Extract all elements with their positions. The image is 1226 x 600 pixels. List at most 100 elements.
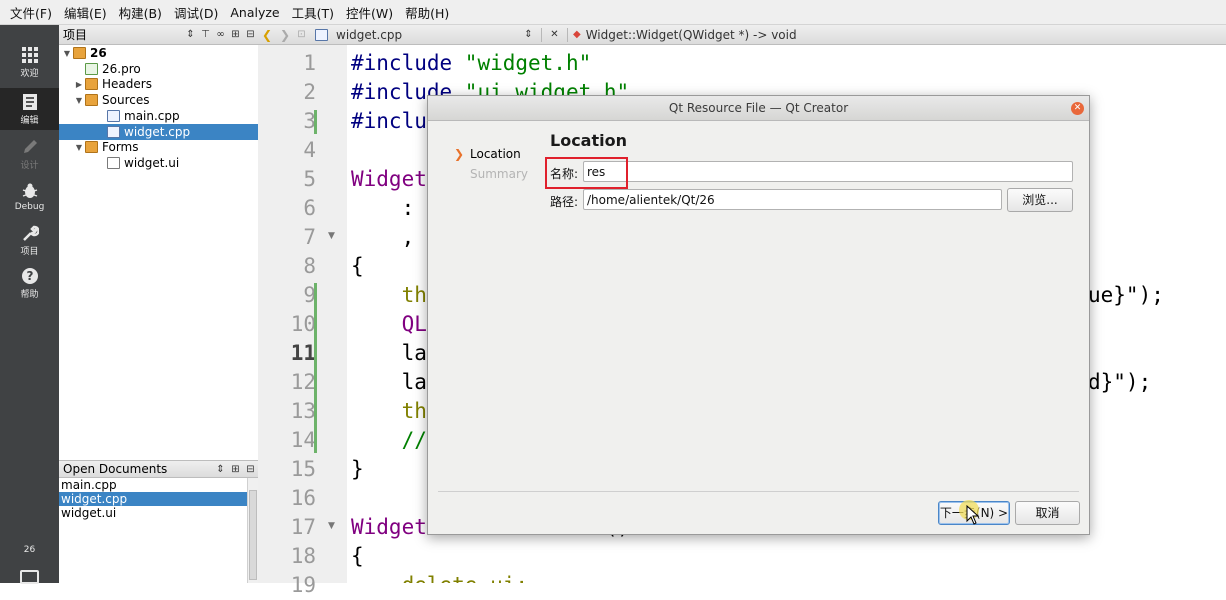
editor-toolbar: ❮ ❯ ⊡ widget.cpp ⇕ ✕ ◆ Widget::Widget(QW… [258, 25, 1226, 45]
function-symbol-combo[interactable]: Widget::Widget(QWidget *) -> void [586, 28, 797, 42]
line-number: 7 [303, 225, 316, 249]
mode-edit[interactable]: 编辑 [0, 88, 59, 130]
open-document-item[interactable]: widget.ui [59, 506, 247, 520]
split-icon[interactable]: ⊞ [228, 464, 243, 475]
tree-item-forms[interactable]: ▼ Forms [59, 139, 258, 155]
tree-item-pro-file[interactable]: 26.pro [59, 61, 258, 77]
dialog-titlebar[interactable]: Qt Resource File — Qt Creator ✕ [428, 96, 1089, 121]
code-line: { [351, 254, 364, 278]
menu-debug[interactable]: 调试(D) [168, 3, 224, 22]
menu-analyze[interactable]: Analyze [224, 5, 285, 20]
code-line: // [351, 428, 427, 452]
expanded-arrow-icon[interactable]: ▼ [73, 143, 85, 152]
line-number-current: 11 [290, 341, 316, 365]
open-documents-list: main.cpp widget.cpp widget.ui [59, 478, 247, 583]
mode-edit-label: 编辑 [20, 115, 39, 126]
mode-debug[interactable]: Debug [0, 176, 59, 218]
mode-sidebar: 欢迎 编辑 设计 Debug 项目 ? 帮助 26 [0, 25, 59, 584]
code-line-tail: d}"); [1088, 370, 1152, 394]
bug-icon [22, 183, 37, 198]
back-arrow-icon[interactable]: ❮ [258, 28, 276, 42]
chevron-right-icon: ❯ [454, 147, 465, 161]
dialog-title: Qt Resource File — Qt Creator [668, 101, 849, 115]
close-pane-icon[interactable]: ⊟ [243, 29, 258, 40]
line-number: 5 [303, 167, 316, 191]
line-number: 12 [290, 370, 316, 394]
project-tree: ▼ 26 26.pro ▶ Headers ▼ Sources main.cpp… [59, 45, 258, 460]
change-marker [314, 110, 317, 134]
tree-item-headers[interactable]: ▶ Headers [59, 76, 258, 92]
cpp-file-icon [107, 110, 120, 122]
menu-widgets[interactable]: 控件(W) [340, 3, 399, 22]
editor-file-combo[interactable]: widget.cpp [336, 28, 521, 42]
code-line-tail: ue}"); [1088, 283, 1164, 307]
browse-button[interactable]: 浏览... [1007, 188, 1073, 212]
dialog-divider [438, 491, 1079, 492]
tree-item-widget-cpp[interactable]: widget.cpp [59, 124, 258, 140]
project-pane-title[interactable]: 项目 [63, 26, 183, 43]
line-number: 2 [303, 80, 316, 104]
line-number: 19 [290, 573, 316, 597]
fold-marker-icon[interactable]: ▼ [328, 231, 335, 241]
folder-icon [85, 94, 98, 106]
open-documents-header: Open Documents ⇕ ⊞ ⊟ [59, 460, 258, 478]
project-icon [73, 47, 86, 59]
menu-tools[interactable]: 工具(T) [286, 3, 340, 22]
up-down-icon[interactable]: ⇕ [213, 464, 228, 475]
open-documents-scrollbar[interactable] [247, 478, 258, 583]
fold-marker-icon[interactable]: ▼ [328, 521, 335, 531]
line-number: 4 [303, 138, 316, 162]
tree-item-label: Headers [102, 77, 152, 91]
code-line: QL [351, 312, 427, 336]
menu-file[interactable]: 文件(F) [4, 3, 58, 22]
tree-item-label: Forms [102, 140, 139, 154]
line-number: 15 [290, 457, 316, 481]
open-document-item[interactable]: main.cpp [59, 478, 247, 492]
collapsed-arrow-icon[interactable]: ▶ [73, 80, 85, 89]
cancel-button[interactable]: 取消 [1015, 501, 1080, 525]
monitor-icon[interactable] [20, 570, 39, 584]
open-documents-title[interactable]: Open Documents [63, 462, 213, 476]
menu-help[interactable]: 帮助(H) [399, 3, 455, 22]
line-number: 6 [303, 196, 316, 220]
project-pane-header: 项目 ⇕ ⊤ ∞ ⊞ ⊟ [59, 25, 258, 45]
name-field[interactable] [583, 161, 1073, 182]
code-token: Widget [351, 515, 427, 539]
wizard-step-location: ❯ Location [454, 144, 554, 164]
line-number: 17 [290, 515, 316, 539]
link-icon[interactable]: ∞ [213, 29, 228, 40]
path-field[interactable] [583, 189, 1002, 210]
tree-item-widget-ui[interactable]: widget.ui [59, 155, 258, 171]
forward-arrow-icon[interactable]: ❯ [276, 28, 294, 42]
lock-icon: ⊡ [297, 29, 306, 40]
change-marker [314, 283, 317, 453]
filter-icon[interactable]: ⊤ [198, 29, 213, 40]
wizard-step-summary: Summary [470, 167, 528, 181]
code-line: la [351, 341, 427, 365]
scrollbar-thumb[interactable] [249, 490, 257, 580]
tree-item-sources[interactable]: ▼ Sources [59, 92, 258, 108]
tree-item-project[interactable]: ▼ 26 [59, 45, 258, 61]
menu-build[interactable]: 构建(B) [113, 3, 168, 22]
expanded-arrow-icon[interactable]: ▼ [73, 96, 85, 105]
close-icon[interactable]: ✕ [547, 29, 562, 40]
mode-welcome[interactable]: 欢迎 [0, 41, 59, 83]
mode-design[interactable]: 设计 [0, 133, 59, 175]
tree-item-main-cpp[interactable]: main.cpp [59, 108, 258, 124]
up-down-icon[interactable]: ⇕ [521, 29, 536, 40]
code-line: #inclu [351, 109, 427, 133]
split-icon[interactable]: ⊞ [228, 29, 243, 40]
expanded-arrow-icon[interactable]: ▼ [61, 49, 73, 58]
grid-icon [21, 46, 38, 63]
menu-edit[interactable]: 编辑(E) [58, 3, 113, 22]
wrench-icon [22, 225, 39, 241]
close-icon[interactable]: ✕ [1071, 102, 1084, 115]
open-document-item[interactable]: widget.cpp [59, 492, 247, 506]
mode-help[interactable]: ? 帮助 [0, 262, 59, 304]
mode-projects[interactable]: 项目 [0, 219, 59, 261]
kit-selector-label[interactable]: 26 [0, 545, 59, 555]
close-pane-icon[interactable]: ⊟ [243, 464, 258, 475]
mode-projects-label: 项目 [20, 246, 39, 257]
help-icon: ? [21, 267, 38, 284]
up-down-icon[interactable]: ⇕ [183, 29, 198, 40]
